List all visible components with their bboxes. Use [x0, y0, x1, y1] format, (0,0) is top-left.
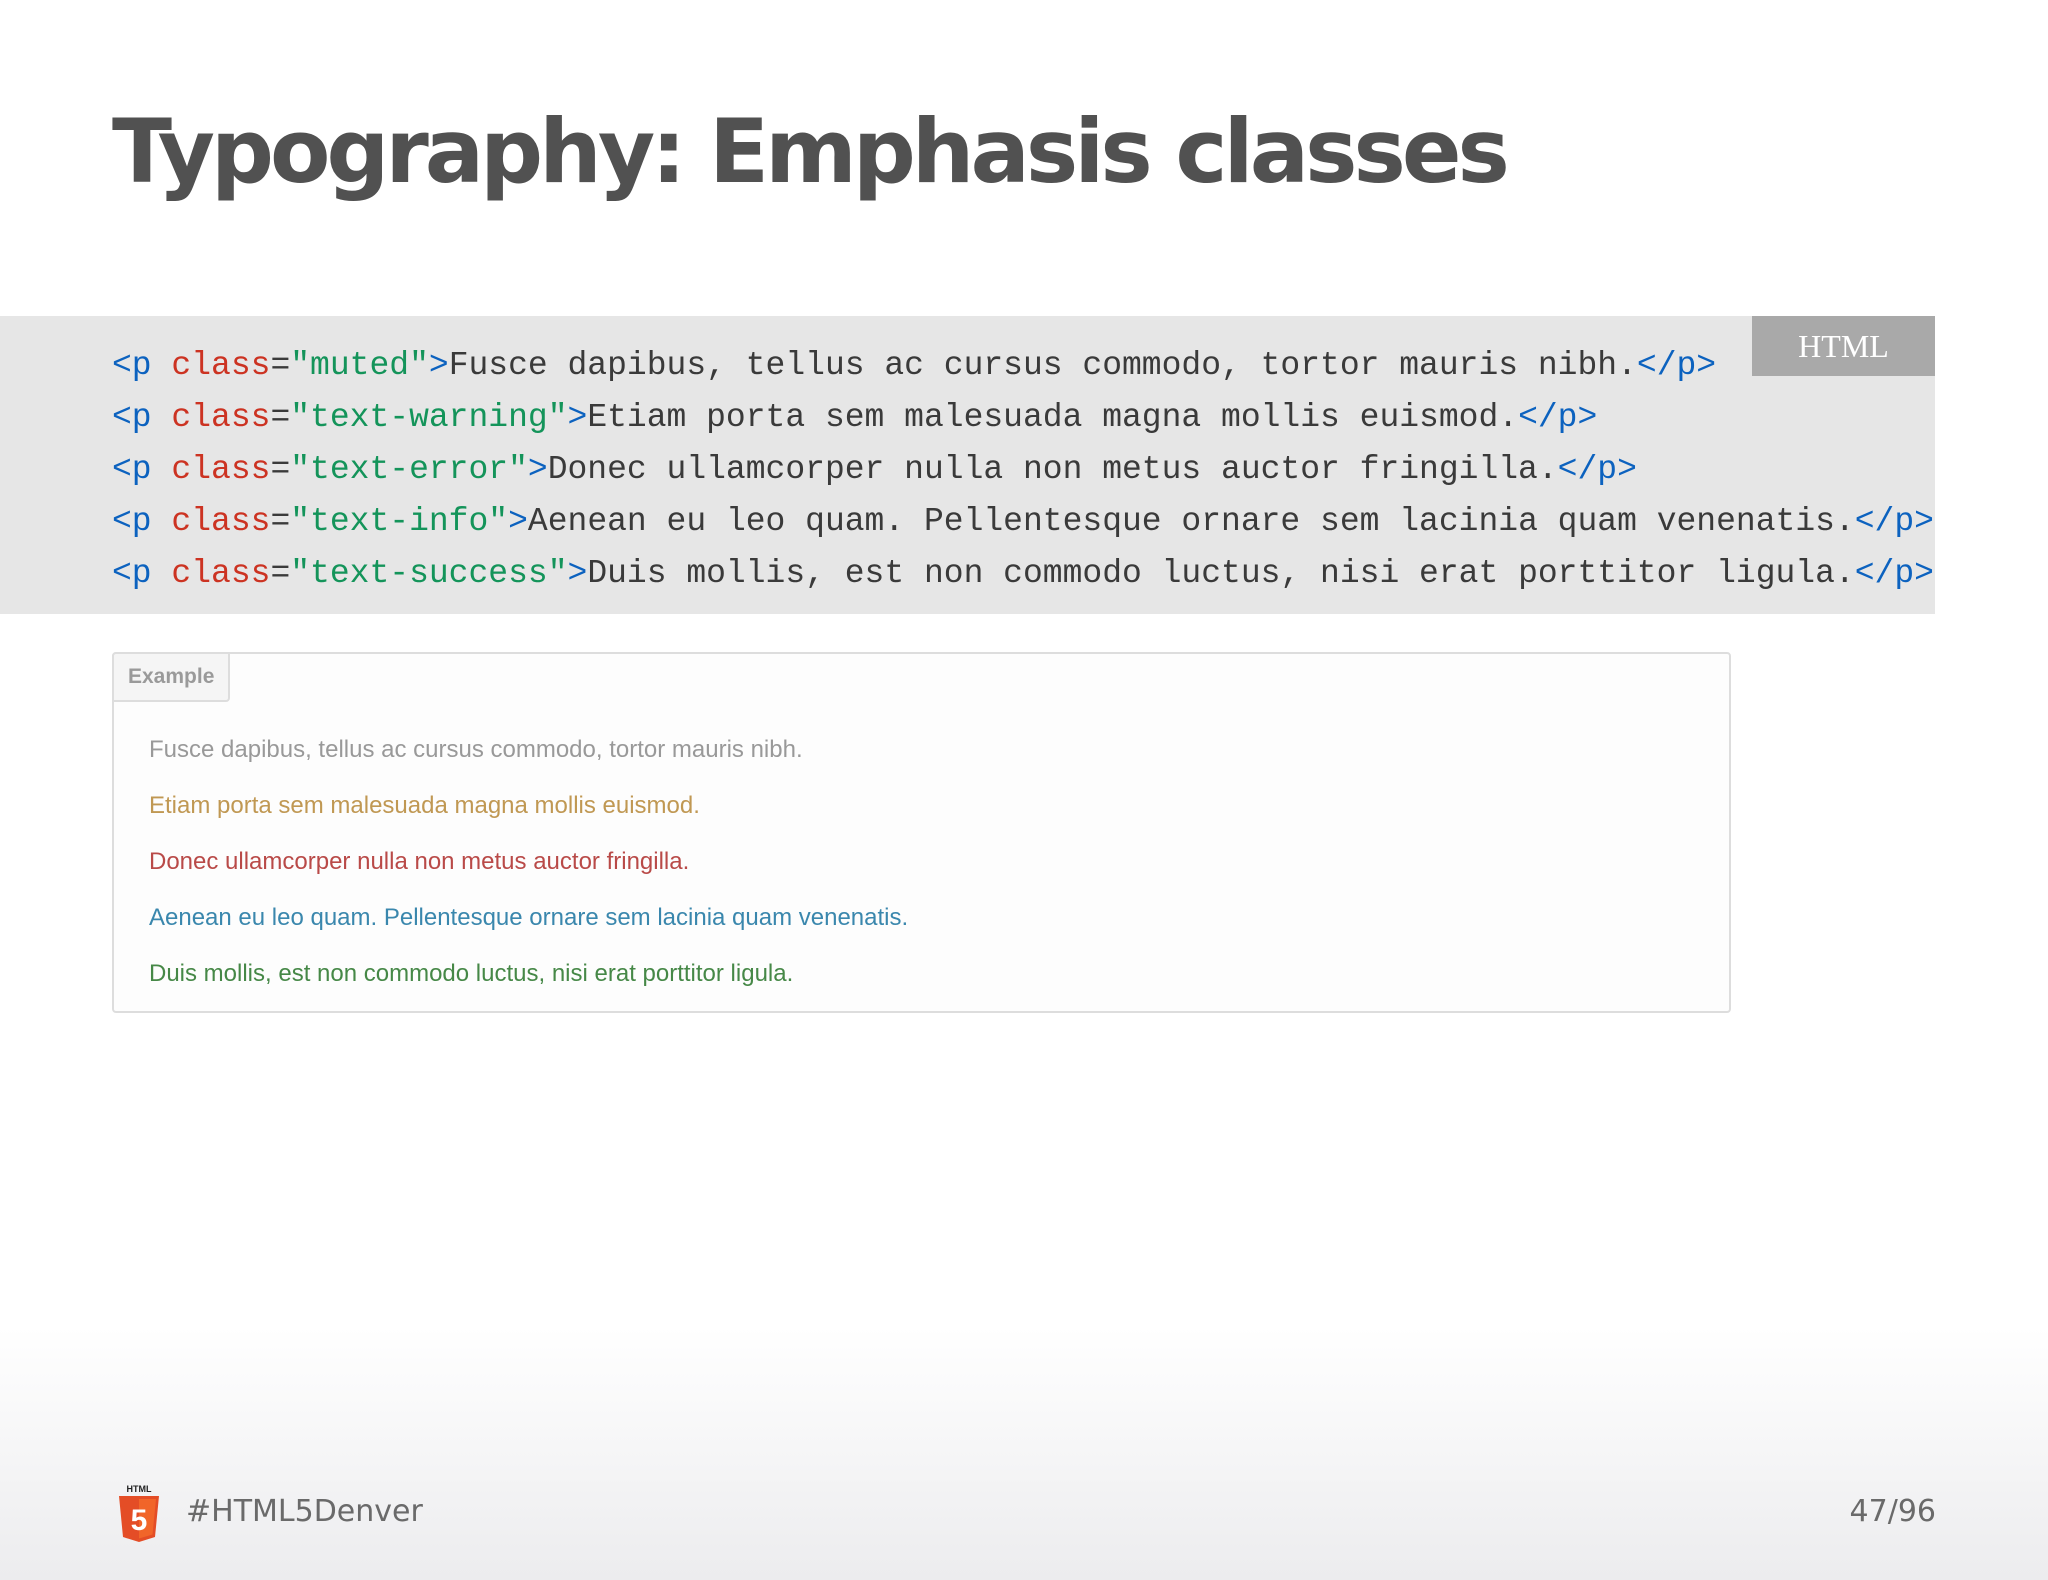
example-success-text: Duis mollis, est non commodo luctus, nis… — [149, 960, 794, 987]
code-line: <p class="muted">Fusce dapibus, tellus a… — [112, 340, 1934, 392]
code-language-badge: HTML — [1752, 316, 1935, 376]
code-attr: class — [151, 555, 271, 592]
example-warning-text: Etiam porta sem malesuada magna mollis e… — [149, 792, 700, 819]
code-text: Donec ullamcorper nulla non metus auctor… — [547, 451, 1558, 488]
code-attr: class — [151, 451, 271, 488]
code-equals: = — [270, 451, 291, 488]
code-value: "text-success" — [290, 555, 568, 592]
code-line: <p class="text-info">Aenean eu leo quam.… — [112, 496, 1934, 548]
code-text: Duis mollis, est non commodo luctus, nis… — [587, 555, 1855, 592]
code-attr: class — [151, 347, 271, 384]
code-end-tag: </p> — [1854, 555, 1934, 592]
code-equals: = — [270, 503, 291, 540]
code-lines: <p class="muted">Fusce dapibus, tellus a… — [112, 340, 1934, 600]
code-value: "muted" — [290, 347, 429, 384]
code-tag-open: <p — [112, 503, 152, 540]
code-equals: = — [270, 399, 291, 436]
slide-page-number: 47/96 — [1849, 1494, 1936, 1529]
code-tag-close: > — [527, 451, 548, 488]
code-tag-open: <p — [112, 347, 152, 384]
code-attr: class — [151, 399, 271, 436]
code-equals: = — [270, 555, 291, 592]
code-text: Etiam porta sem malesuada magna mollis e… — [587, 399, 1519, 436]
code-tag-open: <p — [112, 451, 152, 488]
example-box: Example Fusce dapibus, tellus ac cursus … — [112, 652, 1731, 1013]
code-line: <p class="text-success">Duis mollis, est… — [112, 548, 1934, 600]
example-info-text: Aenean eu leo quam. Pellentesque ornare … — [149, 904, 909, 931]
code-end-tag: </p> — [1518, 399, 1598, 436]
code-tag-close: > — [567, 555, 588, 592]
slide-title: Typography: Emphasis classes — [112, 100, 1510, 203]
slide: Typography: Emphasis classes <p class="m… — [0, 0, 2048, 1580]
code-end-tag: </p> — [1854, 503, 1934, 540]
code-value: "text-warning" — [290, 399, 568, 436]
code-tag-close: > — [428, 347, 449, 384]
code-line: <p class="text-error">Donec ullamcorper … — [112, 444, 1934, 496]
code-end-tag: </p> — [1636, 347, 1717, 384]
html5-logo-text: HTML — [127, 1484, 152, 1494]
code-equals: = — [270, 347, 291, 384]
code-text: Fusce dapibus, tellus ac cursus commodo,… — [448, 347, 1637, 384]
code-tag-open: <p — [112, 399, 152, 436]
example-error-text: Donec ullamcorper nulla non metus auctor… — [149, 848, 690, 875]
html5-logo-icon: HTML 5 — [116, 1483, 162, 1543]
example-muted-text: Fusce dapibus, tellus ac cursus commodo,… — [149, 736, 803, 763]
code-line: <p class="text-warning">Etiam porta sem … — [112, 392, 1934, 444]
html5-logo-number: 5 — [131, 1504, 148, 1537]
example-label: Example — [112, 652, 231, 702]
code-attr: class — [151, 503, 271, 540]
code-text: Aenean eu leo quam. Pellentesque ornare … — [527, 503, 1855, 540]
code-tag-open: <p — [112, 555, 152, 592]
code-tag-close: > — [508, 503, 528, 540]
example-lines: Fusce dapibus, tellus ac cursus commodo,… — [149, 732, 908, 1012]
footer-hashtag: #HTML5Denver — [186, 1494, 423, 1529]
code-tag-close: > — [567, 399, 588, 436]
code-value: "text-info" — [290, 503, 509, 540]
code-value: "text-error" — [290, 451, 528, 488]
code-end-tag: </p> — [1557, 451, 1637, 488]
